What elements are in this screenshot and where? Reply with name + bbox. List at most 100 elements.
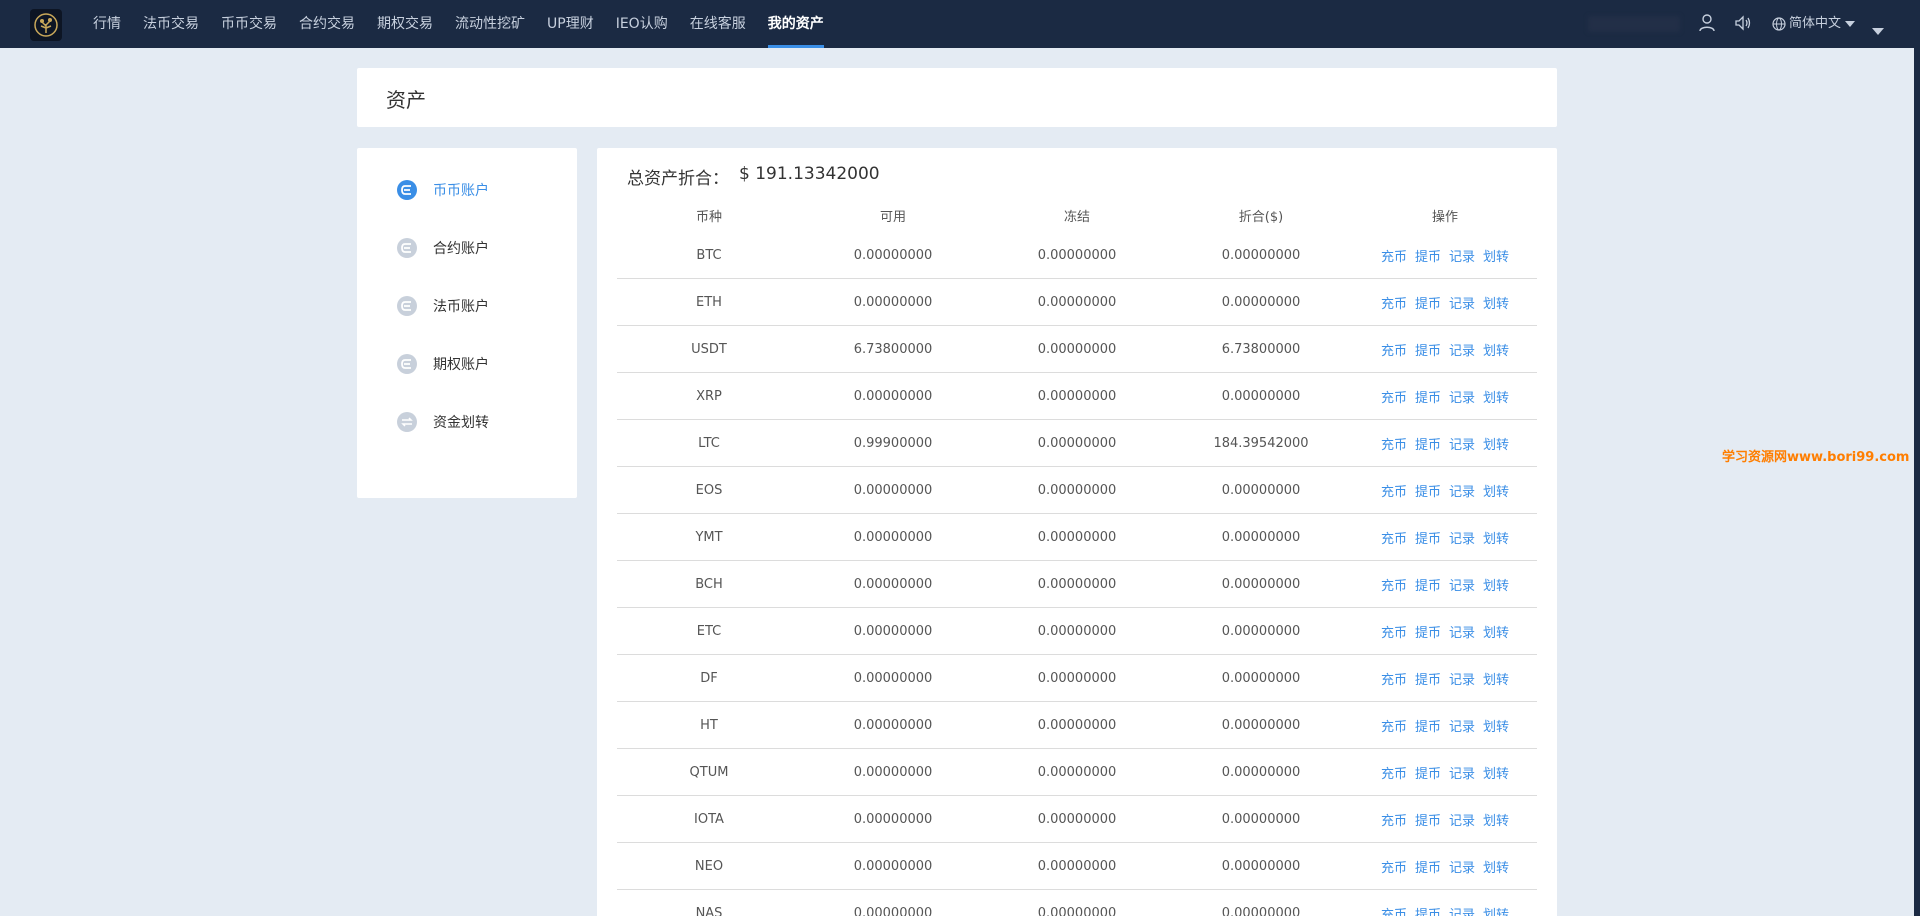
- row-actions: 充币 提币 记录 划转: [1353, 528, 1537, 547]
- row-actions: 充币 提币 记录 划转: [1353, 857, 1537, 876]
- nav-item[interactable]: 合约交易: [299, 0, 355, 48]
- withdraw-link[interactable]: 提币: [1415, 528, 1441, 547]
- nav-item[interactable]: IEO认购: [616, 0, 668, 48]
- withdraw-link[interactable]: 提币: [1415, 669, 1441, 688]
- transfer-link[interactable]: 划转: [1483, 481, 1509, 500]
- withdraw-link[interactable]: 提币: [1415, 810, 1441, 829]
- side-menu-item[interactable]: 资金划转: [397, 410, 489, 434]
- deposit-link[interactable]: 充币: [1381, 857, 1407, 876]
- assets-panel: 总资产折合： $ 191.13342000 币种 可用 冻结 折合($) 操作 BTC 0…: [597, 148, 1557, 916]
- records-link[interactable]: 记录: [1449, 575, 1475, 594]
- transfer-link[interactable]: 划转: [1483, 387, 1509, 406]
- withdraw-link[interactable]: 提币: [1415, 340, 1441, 359]
- cell-available: 0.00000000: [853, 858, 933, 874]
- nav-item[interactable]: UP理财: [547, 0, 594, 48]
- deposit-link[interactable]: 充币: [1381, 246, 1407, 265]
- side-menu-item[interactable]: 币币账户: [397, 178, 489, 202]
- transfer-link[interactable]: 划转: [1483, 763, 1509, 782]
- records-link[interactable]: 记录: [1449, 293, 1475, 312]
- speaker-icon[interactable]: [1734, 14, 1752, 36]
- watermark-text: 学习资源网www.bori99.com: [1722, 450, 1910, 465]
- nav-item[interactable]: 期权交易: [377, 0, 433, 48]
- nav-item[interactable]: 行情: [93, 0, 121, 48]
- cell-frozen: 0.00000000: [1037, 905, 1117, 916]
- withdraw-link[interactable]: 提币: [1415, 716, 1441, 735]
- withdraw-link[interactable]: 提币: [1415, 622, 1441, 641]
- nav-item[interactable]: 在线客服: [690, 0, 746, 48]
- records-link[interactable]: 记录: [1449, 528, 1475, 547]
- withdraw-link[interactable]: 提币: [1415, 857, 1441, 876]
- transfer-link[interactable]: 划转: [1483, 857, 1509, 876]
- cell-coin: QTUM: [689, 764, 729, 780]
- side-menu-item[interactable]: 法币账户: [397, 294, 489, 318]
- row-actions: 充币 提币 记录 划转: [1353, 904, 1537, 916]
- nav-item[interactable]: 我的资产: [767, 0, 824, 48]
- deposit-link[interactable]: 充币: [1381, 575, 1407, 594]
- deposit-link[interactable]: 充币: [1381, 340, 1407, 359]
- records-link[interactable]: 记录: [1449, 622, 1475, 641]
- cell-usd: 0.00000000: [1221, 388, 1301, 404]
- transfer-link[interactable]: 划转: [1483, 340, 1509, 359]
- records-link[interactable]: 记录: [1449, 810, 1475, 829]
- withdraw-link[interactable]: 提币: [1415, 481, 1441, 500]
- records-link[interactable]: 记录: [1449, 763, 1475, 782]
- row-actions: 充币 提币 记录 划转: [1353, 387, 1537, 406]
- transfer-link[interactable]: 划转: [1483, 434, 1509, 453]
- side-menu-item[interactable]: 合约账户: [397, 236, 489, 260]
- records-link[interactable]: 记录: [1449, 246, 1475, 265]
- records-link[interactable]: 记录: [1449, 340, 1475, 359]
- withdraw-link[interactable]: 提币: [1415, 763, 1441, 782]
- column-header: 可用: [879, 209, 906, 225]
- deposit-link[interactable]: 充币: [1381, 904, 1407, 916]
- language-selector[interactable]: 简体中文: [1772, 0, 1856, 48]
- row-actions: 充币 提币 记录 划转: [1353, 810, 1537, 829]
- records-link[interactable]: 记录: [1449, 387, 1475, 406]
- nav-item[interactable]: 流动性挖矿: [455, 0, 525, 48]
- records-link[interactable]: 记录: [1449, 434, 1475, 453]
- transfer-link[interactable]: 划转: [1483, 810, 1509, 829]
- cell-coin: XRP: [696, 388, 722, 404]
- deposit-link[interactable]: 充币: [1381, 669, 1407, 688]
- deposit-link[interactable]: 充币: [1381, 763, 1407, 782]
- deposit-link[interactable]: 充币: [1381, 716, 1407, 735]
- records-link[interactable]: 记录: [1449, 481, 1475, 500]
- side-menu-item[interactable]: 期权账户: [397, 352, 489, 376]
- withdraw-link[interactable]: 提币: [1415, 387, 1441, 406]
- deposit-link[interactable]: 充币: [1381, 387, 1407, 406]
- transfer-link[interactable]: 划转: [1483, 293, 1509, 312]
- withdraw-link[interactable]: 提币: [1415, 246, 1441, 265]
- nav-item[interactable]: 币币交易: [221, 0, 277, 48]
- transfer-link[interactable]: 划转: [1483, 669, 1509, 688]
- transfer-link[interactable]: 划转: [1483, 528, 1509, 547]
- deposit-link[interactable]: 充币: [1381, 528, 1407, 547]
- transfer-link[interactable]: 划转: [1483, 575, 1509, 594]
- transfer-link[interactable]: 划转: [1483, 904, 1509, 916]
- row-actions: 充币 提币 记录 划转: [1353, 716, 1537, 735]
- deposit-link[interactable]: 充币: [1381, 293, 1407, 312]
- records-link[interactable]: 记录: [1449, 716, 1475, 735]
- menu-chevron-down-icon[interactable]: [1872, 20, 1884, 39]
- cell-available: 0.00000000: [853, 576, 933, 592]
- deposit-link[interactable]: 充币: [1381, 622, 1407, 641]
- withdraw-link[interactable]: 提币: [1415, 904, 1441, 916]
- transfer-link[interactable]: 划转: [1483, 622, 1509, 641]
- withdraw-link[interactable]: 提币: [1415, 575, 1441, 594]
- cell-usd: 184.39542000: [1213, 435, 1309, 451]
- transfer-link[interactable]: 划转: [1483, 716, 1509, 735]
- records-link[interactable]: 记录: [1449, 904, 1475, 916]
- table-header: 币种 可用 冻结 折合($) 操作: [617, 198, 1537, 232]
- withdraw-link[interactable]: 提币: [1415, 434, 1441, 453]
- records-link[interactable]: 记录: [1449, 669, 1475, 688]
- total-assets-label: 总资产折合：: [627, 169, 729, 189]
- user-icon[interactable]: [1699, 14, 1715, 36]
- transfer-link[interactable]: 划转: [1483, 246, 1509, 265]
- deposit-link[interactable]: 充币: [1381, 810, 1407, 829]
- user-account-blurred[interactable]: [1588, 16, 1680, 32]
- nav-item[interactable]: 法币交易: [143, 0, 199, 48]
- withdraw-link[interactable]: 提币: [1415, 293, 1441, 312]
- deposit-link[interactable]: 充币: [1381, 434, 1407, 453]
- deposit-link[interactable]: 充币: [1381, 481, 1407, 500]
- records-link[interactable]: 记录: [1449, 857, 1475, 876]
- logo[interactable]: [30, 9, 62, 41]
- scrollbar[interactable]: [1914, 0, 1920, 916]
